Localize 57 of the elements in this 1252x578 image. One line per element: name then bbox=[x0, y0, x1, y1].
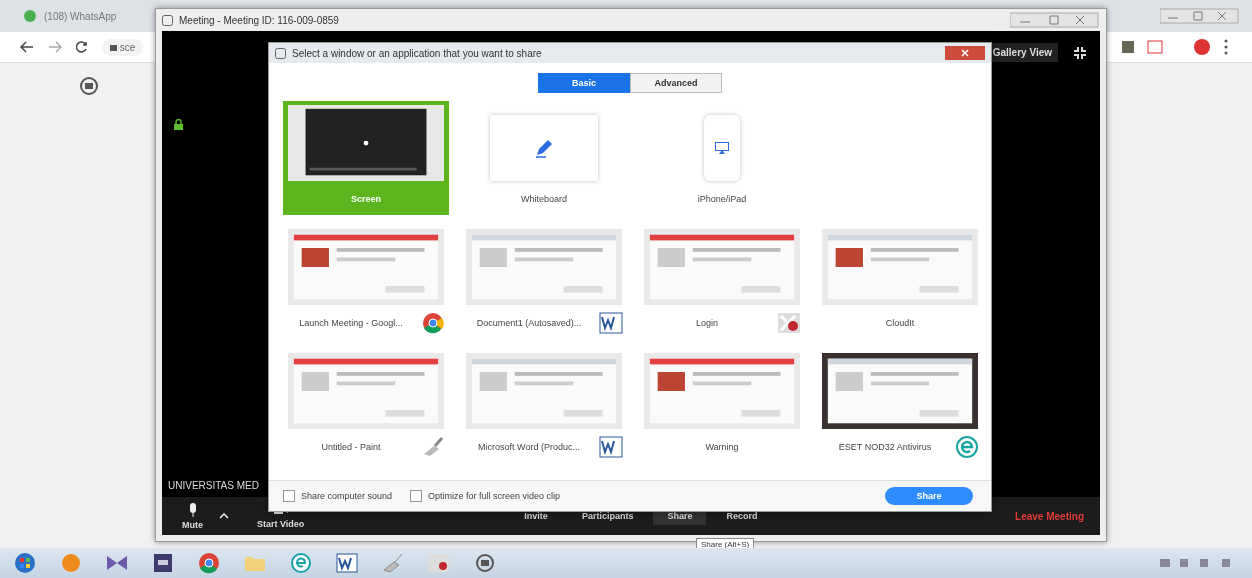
dialog-title: Select a window or an application that you want to share bbox=[292, 47, 542, 59]
camera-circle-icon bbox=[80, 77, 98, 95]
word-document-icon bbox=[599, 436, 623, 458]
share-option[interactable]: Launch Meeting - Googl... bbox=[283, 225, 449, 339]
microphone-icon bbox=[187, 502, 198, 517]
option-label: Launch Meeting - Googl... bbox=[298, 318, 404, 328]
fullscreen-icon[interactable] bbox=[1074, 46, 1086, 59]
chrome-logo-icon[interactable] bbox=[196, 552, 222, 574]
option-checkbox[interactable]: Share computer sound bbox=[283, 490, 393, 502]
app-icon bbox=[162, 14, 173, 26]
share-option[interactable]: Document1 (Autosaved)... bbox=[461, 225, 627, 339]
screen-mirror-icon bbox=[715, 142, 729, 154]
word-document-icon[interactable] bbox=[334, 552, 360, 574]
share-option[interactable]: Login bbox=[639, 225, 805, 339]
caret-icon[interactable] bbox=[219, 513, 229, 519]
close-icon bbox=[961, 49, 969, 57]
share-option[interactable]: Untitled - Paint bbox=[283, 349, 449, 463]
tab[interactable]: Advanced bbox=[630, 73, 722, 93]
start-orb-icon[interactable] bbox=[12, 552, 38, 574]
share-option[interactable]: Warning bbox=[639, 349, 805, 463]
share-option[interactable]: Microsoft Word (Produc... bbox=[461, 349, 627, 463]
browser-tab[interactable]: (108) WhatsApp bbox=[24, 10, 117, 22]
option-checkbox[interactable]: Optimize for full screen video clip bbox=[410, 490, 561, 502]
option-label: Login bbox=[695, 318, 719, 328]
chat-logo-icon bbox=[24, 10, 36, 22]
share-option[interactable]: Whiteboard bbox=[461, 101, 627, 215]
app-icon bbox=[275, 47, 286, 59]
letter-e-logo-icon bbox=[955, 436, 979, 458]
window-title: Meeting - Meeting ID: 116-009-0859 bbox=[179, 14, 339, 26]
option-label: Screen bbox=[351, 194, 381, 204]
option-label: Document1 (Autosaved)... bbox=[475, 318, 583, 328]
option-label: ESET NOD32 Antivirus bbox=[837, 442, 933, 452]
option-label: Whiteboard bbox=[521, 194, 567, 204]
option-label: CloudIt bbox=[885, 318, 915, 328]
option-label: Untitled - Paint bbox=[320, 442, 382, 452]
chrome-logo-icon bbox=[421, 312, 445, 334]
x-logo-icon bbox=[777, 312, 801, 334]
word-document-icon bbox=[599, 312, 623, 334]
close-button[interactable] bbox=[945, 46, 985, 60]
letter-e-logo-icon[interactable] bbox=[288, 552, 314, 574]
tab[interactable]: Basic bbox=[538, 73, 630, 93]
share-option[interactable]: ESET NOD32 Antivirus bbox=[817, 349, 983, 463]
share-option[interactable]: CloudIt bbox=[817, 225, 983, 339]
back-arrow-icon[interactable] bbox=[20, 41, 34, 53]
lock-icon bbox=[174, 119, 183, 130]
option-label: Warning bbox=[705, 442, 739, 452]
toolbar-button[interactable]: Mute bbox=[172, 498, 213, 534]
leave-meeting-button[interactable]: Leave Meeting bbox=[1009, 509, 1090, 523]
participant-name: UNIVERSITAS MED bbox=[168, 480, 259, 491]
option-label: iPhone/iPad bbox=[697, 194, 747, 204]
option-label: Microsoft Word (Produc... bbox=[477, 442, 581, 452]
x-logo-icon[interactable] bbox=[426, 552, 452, 574]
forward-arrow-icon[interactable] bbox=[48, 41, 62, 53]
pen-icon bbox=[533, 137, 555, 159]
reload-icon[interactable] bbox=[76, 41, 88, 53]
address-field[interactable]: sce bbox=[102, 38, 144, 56]
share-option[interactable]: iPhone/iPad bbox=[639, 101, 805, 215]
